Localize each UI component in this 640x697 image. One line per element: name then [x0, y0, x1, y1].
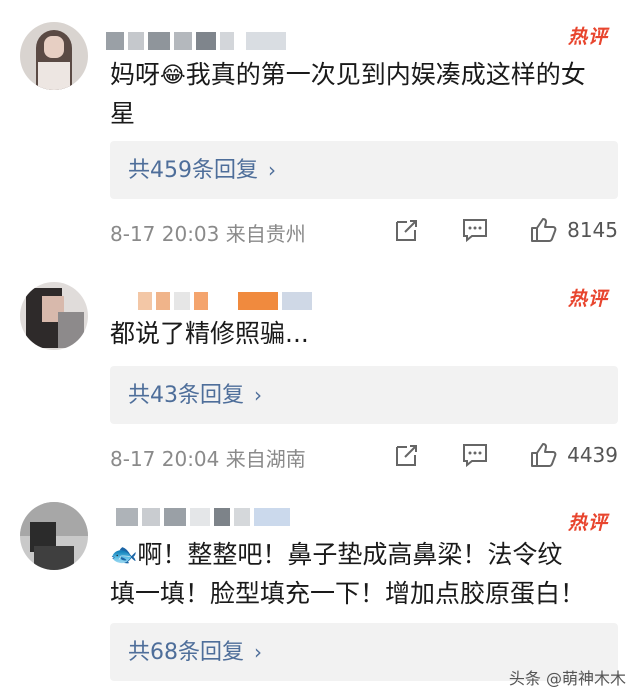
like-count: 4439: [567, 443, 618, 467]
comment-text: 妈呀😂我真的第一次见到内娱凑成这样的女 星: [110, 56, 610, 133]
action-bar: 4439: [353, 439, 618, 471]
avatar[interactable]: [20, 22, 88, 90]
action-bar: 8145: [353, 214, 618, 246]
like-count: 8145: [567, 218, 618, 242]
username-blurred[interactable]: [116, 506, 294, 530]
comment-item: 热评 妈呀😂我真的第一次见到内娱凑成这样的女 星 共459条回复 › 8-17 2…: [0, 0, 640, 262]
comment-icon[interactable]: [461, 216, 489, 244]
comment-icon[interactable]: [461, 441, 489, 469]
hot-comment-badge: 热评: [567, 26, 608, 48]
comment-meta: 8-17 20:03 来自贵州: [110, 222, 306, 246]
chevron-right-icon: ›: [254, 640, 262, 664]
chevron-right-icon: ›: [268, 158, 276, 182]
comment-meta: 8-17 20:04 来自湖南: [110, 447, 306, 471]
share-icon[interactable]: [393, 216, 421, 244]
watermark: 头条 @萌神木木: [508, 669, 626, 688]
username-blurred[interactable]: [106, 30, 290, 54]
comment-text: 🐟啊！整整吧！鼻子垫成高鼻梁！法令纹 填一填！脸型填充一下！增加点胶原蛋白！: [110, 536, 610, 613]
comment-item: 热评 都说了精修照骗... 共43条回复 › 8-17 20:04 来自湖南 44…: [0, 262, 640, 482]
share-icon[interactable]: [393, 441, 421, 469]
thumbs-up-icon[interactable]: [529, 441, 557, 469]
fish-emoji-icon: 🐟: [110, 543, 138, 568]
avatar[interactable]: [20, 282, 88, 350]
view-replies-button[interactable]: 共459条回复 ›: [110, 141, 618, 199]
hot-comment-badge: 热评: [567, 512, 608, 534]
avatar[interactable]: [20, 502, 88, 570]
thumbs-up-icon[interactable]: [529, 216, 557, 244]
view-replies-button[interactable]: 共43条回复 ›: [110, 366, 618, 424]
hot-comment-badge: 热评: [567, 288, 608, 310]
chevron-right-icon: ›: [254, 383, 262, 407]
username-blurred[interactable]: [138, 290, 316, 314]
crying-face-emoji-icon: 😂: [160, 63, 186, 88]
comment-text: 都说了精修照骗...: [110, 319, 309, 348]
